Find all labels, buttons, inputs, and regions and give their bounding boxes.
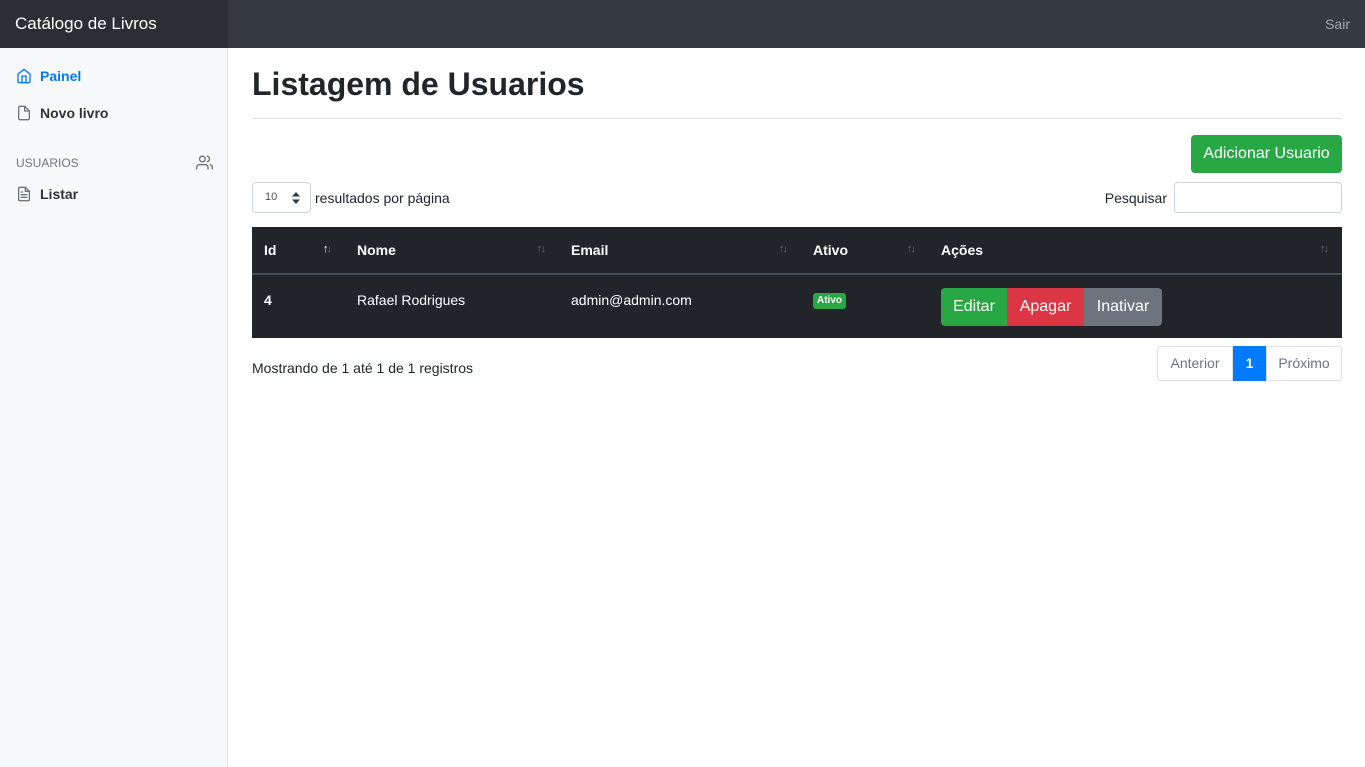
sidebar-item-listar[interactable]: Listar [16,183,78,205]
column-header-email[interactable]: Email [559,227,801,273]
page-title: Listagem de Usuarios [252,66,585,102]
table-row: 4 Rafael Rodrigues admin@admin.com Ativo… [252,275,1342,338]
home-icon [17,68,31,84]
delete-button[interactable]: Apagar [1007,288,1084,326]
edit-button[interactable]: Editar [941,288,1007,326]
brand-title[interactable]: Catálogo de Livros [0,0,228,48]
pagination-page-1[interactable]: 1 [1233,346,1266,381]
page-length-select[interactable]: 10 [252,182,311,213]
signout-link[interactable]: Sair [1325,0,1350,48]
cell-status: Ativo [801,275,846,325]
pagination-next[interactable]: Próximo [1266,346,1342,381]
column-header-acoes[interactable]: Ações [929,227,1342,273]
sidebar-section-heading: USUARIOS [16,154,213,171]
sort-icon: ↑↓ [1320,243,1329,255]
search-label: Pesquisar [1104,189,1167,206]
cell-id: 4 [264,292,272,308]
users-table: Id ↑↓ Nome ↑↓ Email ↑↓ Ativo ↑↓ Ações ↑↓… [252,227,1342,338]
sidebar-item-label: Painel [40,68,82,84]
table-info: Mostrando de 1 até 1 de 1 registros [252,360,474,376]
cell-email: admin@admin.com [571,292,692,308]
sort-asc-icon: ↑↓ [323,243,332,255]
page-length-value: 10 [265,191,278,203]
page-length-control: 10 resultados por página [252,182,450,213]
file-icon [18,105,30,121]
sort-caret-icon [292,192,300,204]
users-icon[interactable] [196,154,213,171]
sort-icon: ↑↓ [537,243,546,255]
column-header-label: Id [264,242,277,258]
column-header-label: Ações [941,242,984,258]
row-actions: Editar Apagar Inativar [941,288,1162,326]
add-user-button[interactable]: Adicionar Usuario [1191,135,1342,173]
sidebar-item-novo-livro[interactable]: Novo livro [16,102,108,124]
deactivate-button[interactable]: Inativar [1084,288,1162,326]
column-header-label: Nome [357,242,396,258]
column-header-id[interactable]: Id [252,227,345,273]
column-header-label: Email [571,242,609,258]
sort-icon: ↑↓ [907,243,916,255]
page-length-label: resultados por página [315,189,450,206]
sidebar-item-painel[interactable]: Painel [16,65,81,87]
pagination-previous[interactable]: Anterior [1157,346,1233,381]
table-header: Id ↑↓ Nome ↑↓ Email ↑↓ Ativo ↑↓ Ações ↑↓ [252,227,1342,275]
column-header-label: Ativo [813,242,848,258]
sidebar-heading-label: USUARIOS [16,155,79,170]
search-control: Pesquisar [1105,182,1342,213]
pagination: Anterior 1 Próximo [1157,346,1342,381]
sidebar-item-label: Listar [40,186,79,202]
sidebar: Painel Novo livro USUARIOS Listar [0,48,228,767]
file-text-icon [18,186,30,202]
sidebar-item-label: Novo livro [40,105,109,121]
status-badge: Ativo [813,293,846,310]
column-header-nome[interactable]: Nome [345,227,559,273]
cell-name: Rafael Rodrigues [357,292,466,308]
search-input[interactable] [1174,182,1342,213]
top-navbar: Catálogo de Livros Sair [0,0,1365,48]
sort-icon: ↑↓ [779,243,788,255]
title-divider [252,118,1342,119]
